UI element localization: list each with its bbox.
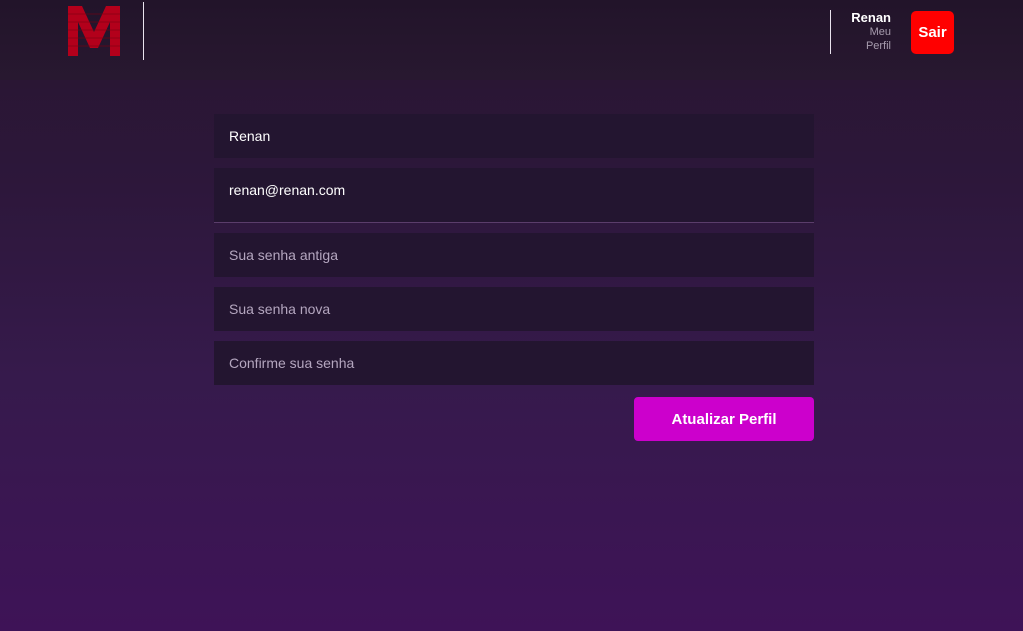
form-divider <box>214 222 814 223</box>
profile-form: Atualizar Perfil <box>214 114 814 455</box>
name-input[interactable] <box>214 114 814 158</box>
logout-button[interactable]: Sair <box>911 11 954 54</box>
update-profile-button[interactable]: Atualizar Perfil <box>634 397 814 441</box>
top-header: Renan Meu Perfil Sair <box>0 0 1023 80</box>
confirm-password-input[interactable] <box>214 341 814 385</box>
logo[interactable] <box>66 4 122 58</box>
logo-divider <box>143 2 144 60</box>
user-profile: Renan Meu Perfil <box>851 10 891 53</box>
logo-m-icon <box>68 6 120 56</box>
old-password-input[interactable] <box>214 233 814 277</box>
submit-row: Atualizar Perfil <box>214 395 814 455</box>
new-password-input[interactable] <box>214 287 814 331</box>
email-input[interactable] <box>214 168 814 222</box>
user-name: Renan <box>851 10 891 25</box>
my-profile-link[interactable]: Meu Perfil <box>851 25 891 53</box>
profile-divider <box>830 10 831 54</box>
